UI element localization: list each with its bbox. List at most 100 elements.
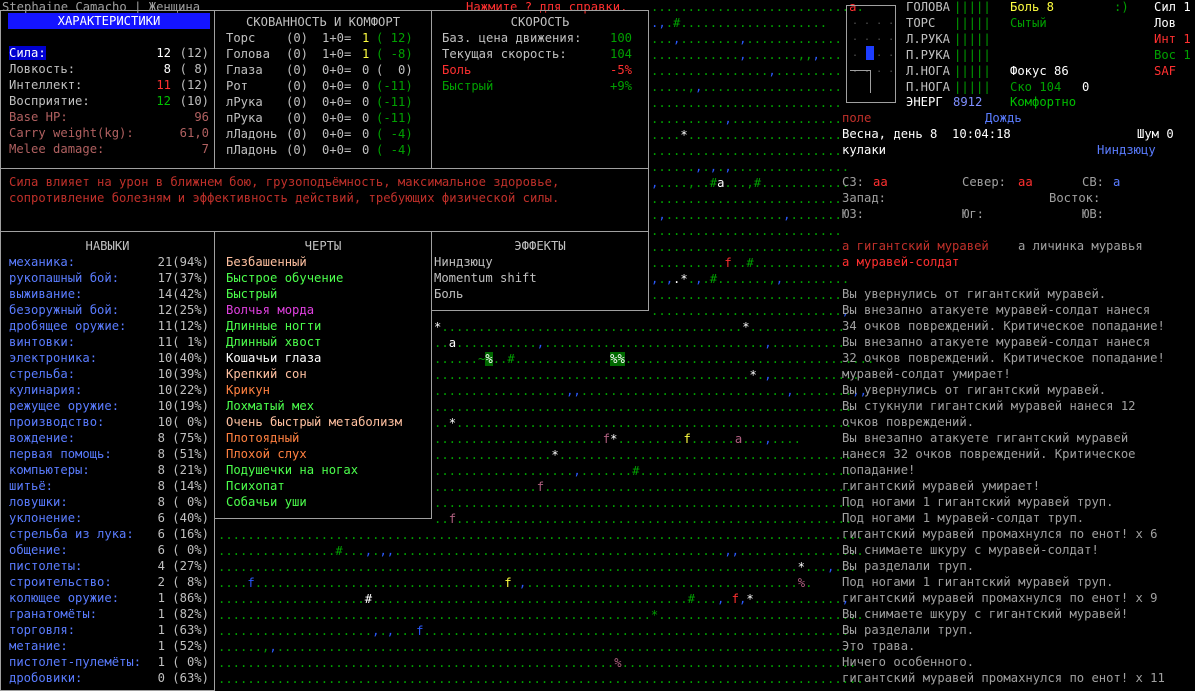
log-message: Вы внезапно атакуете муравей-солдат нане… [842,335,1151,349]
body-status: ГОЛОВА ||||| Боль 8:) Сил 1 ТОРС ||||| Сытый Ло… [906,0,1195,95]
skill-row[interactable]: компьютеры: 8 (21%) [9,462,209,478]
stat-row[interactable]: Интеллект: 11 (12) [9,77,209,93]
trait-item[interactable]: Волчья морда [226,302,426,318]
skill-row[interactable]: стрельба из лука: 6 (16%) [9,526,209,542]
skill-name: первая помощь: [9,447,112,461]
skill-row[interactable]: безоружный бой: 12(25%) [9,302,209,318]
map-row: .........................., [651,304,850,318]
stat-row[interactable]: Melee damage: 7 [9,141,209,157]
skill-row[interactable]: гранатомёты: 1 (82%) [9,606,209,622]
log-message: 32 очков повреждений. Критическое попада… [842,351,1165,365]
trait-item[interactable]: Быстрое обучение [226,270,426,286]
enc-sum: 0+0= [322,63,352,77]
stat-base: ( 8) [179,62,209,76]
speed-label: Быстрый [442,79,494,93]
monster-ant-larva: а личинка муравья [1018,239,1143,253]
trait-item[interactable]: Очень быстрый метаболизм [226,414,426,430]
skill-row[interactable]: механика: 21(94%) [9,254,209,270]
trait-item[interactable]: Длинный хвост [226,334,426,350]
skill-value: 8 ( 0%) [157,495,209,509]
skill-row[interactable]: уклонение: 6 (40%) [9,510,209,526]
skill-row[interactable]: торговля: 1 (63%) [9,622,209,638]
encumbrance-row: пРука (0) 0+0= 0 (-11) [226,110,426,126]
stat-label: Base HP: [9,110,68,124]
skill-name: дробовики: [9,671,83,685]
trait-item[interactable]: Крепкий сон [226,366,426,382]
skill-row[interactable]: кулинария: 10(22%) [9,382,209,398]
skill-row[interactable]: производство: 10( 0%) [9,414,209,430]
enc-total: 0 [362,127,370,141]
trait-item[interactable]: Психопат [226,478,426,494]
stats-header[interactable]: ХАРАКТЕРИСТИКИ [8,13,210,29]
skill-value: 6 (40%) [157,511,209,525]
stat-row[interactable]: Carry weight(kg): 61,0 [9,125,209,141]
compass-s-label: Юг: [962,207,985,221]
stat-row[interactable]: Ловкость: 8 ( 8) [9,61,209,77]
log-message: Вы стукнули гигантский муравей нанеся 12 [842,399,1136,413]
enc-layer: (0) [286,111,309,125]
effect-item[interactable]: Боль [434,286,644,302]
effect-item[interactable]: Momentum shift [434,270,644,286]
skill-row[interactable]: вождение: 8 (75%) [9,430,209,446]
map-row: .....,,................... [651,80,842,94]
map-row: ........................................… [218,672,864,686]
stat-row[interactable]: Восприятие: 12 (10) [9,93,209,109]
skill-value: 11( 1%) [157,335,209,349]
skill-row[interactable]: строительство: 2 ( 8%) [9,574,209,590]
trait-item[interactable]: Быстрый [226,286,426,302]
trait-item[interactable]: Безбашенный [226,254,426,270]
skill-row[interactable]: режущее оружие: 10(19%) [9,398,209,414]
skill-row[interactable]: выживание: 14(42%) [9,286,209,302]
traits-list: Безбашенный Быстрое обучение Быстрый Волчья… [226,254,426,510]
trait-item[interactable]: Длинные ногти [226,318,426,334]
skill-row[interactable]: рукопашный бой: 17(37%) [9,270,209,286]
trait-item[interactable]: Собачьи уши [226,494,426,510]
skill-row[interactable]: стрельба: 10(39%) [9,366,209,382]
body-status-row: П.НОГА ||||| Ско 104 0 [906,79,1195,95]
map-row: ......,.,.,................ [651,160,850,174]
map-row: ............,.......,,,... [651,48,842,62]
skill-row[interactable]: колющее оружие: 1 (86%) [9,590,209,606]
trait-item[interactable]: Плохой слух [226,446,426,462]
stat-row[interactable]: Base HP: 96 [9,109,209,125]
map-row: ,....,..#a...,#............ [651,176,850,190]
trait-item[interactable]: Лохматый мех [226,398,426,414]
trait-item[interactable]: Подушечки на ногах [226,462,426,478]
enc-sum: 0+0= [322,95,352,109]
speed-row: Баз. цена движения: 100 [442,30,636,46]
skill-row[interactable]: дробовики: 0 (63%) [9,670,209,686]
body-part: Торс [226,31,256,45]
trait-item[interactable]: Кошачьи глаза [226,350,426,366]
comfort-value: ( -8) [376,47,413,61]
skill-row[interactable]: метание: 1 (52%) [9,638,209,654]
enc-total: 0 [362,95,370,109]
skill-row[interactable]: общение: 6 ( 0%) [9,542,209,558]
effect-item[interactable]: Ниндзюцу [434,254,644,270]
skill-row[interactable]: первая помощь: 8 (51%) [9,446,209,462]
skills-list: механика: 21(94%) рукопашный бой: 17(37%) вы… [9,254,209,686]
skill-value: 0 (63%) [157,671,209,685]
skill-row[interactable]: дробящее оружие: 11(12%) [9,318,209,334]
martial-style[interactable]: Ниндзюцу [1097,142,1156,158]
skill-name: безоружный бой: [9,303,120,317]
skill-row[interactable]: пистолеты: 4 (27%) [9,558,209,574]
skill-value: 8 (14%) [157,479,209,493]
stat-row[interactable]: Сила: 12 (12) [9,45,209,61]
map-row: ..*.....................................… [434,416,853,430]
skill-row[interactable]: пистолет-пулемёты: 1 ( 0%) [9,654,209,670]
skill-row[interactable]: электроника: 10(40%) [9,350,209,366]
skill-row[interactable]: ловушки: 8 ( 0%) [9,494,209,510]
body-part: пЛадонь [226,143,278,157]
skill-name: гранатомёты: [9,607,98,621]
stat-base: (12) [179,46,209,60]
skill-value: 12(25%) [157,303,209,317]
enc-sum: 0+0= [322,143,352,157]
trait-item[interactable]: Крикун [226,382,426,398]
enc-layer: (0) [286,47,309,61]
skill-row[interactable]: шитьё: 8 (14%) [9,478,209,494]
stat-indicator: SAF [1154,64,1177,78]
skills-header: НАВЫКИ [85,239,130,253]
trait-item[interactable]: Плотоядный [226,430,426,446]
skill-value: 1 (52%) [157,639,209,653]
skill-row[interactable]: винтовки: 11( 1%) [9,334,209,350]
